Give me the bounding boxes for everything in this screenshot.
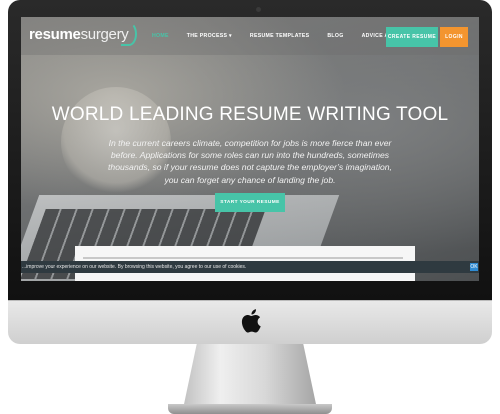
login-button[interactable]: LOGIN bbox=[440, 27, 468, 47]
website-screen: resume surgery HOME THE PROCESS ▾ RESUME… bbox=[21, 17, 479, 281]
menu-item-resume-templates[interactable]: RESUME TEMPLATES bbox=[241, 33, 318, 39]
site-logo[interactable]: resume surgery bbox=[29, 22, 137, 46]
cookie-banner: ...improve your experience on our websit… bbox=[21, 261, 479, 273]
start-resume-button[interactable]: START YOUR RESUME bbox=[215, 193, 285, 212]
menu-item-home[interactable]: HOME bbox=[143, 33, 178, 39]
hero-description: In the current careers climate, competit… bbox=[108, 138, 392, 185]
monitor-stand-base bbox=[168, 404, 332, 414]
top-navigation: resume surgery HOME THE PROCESS ▾ RESUME… bbox=[21, 17, 479, 55]
cookie-message: ...improve your experience on our websit… bbox=[22, 264, 247, 270]
cookie-accept-button[interactable]: OK bbox=[470, 263, 478, 271]
menu-item-the-process[interactable]: THE PROCESS ▾ bbox=[178, 33, 241, 39]
hero-title: WORLD LEADING RESUME WRITING TOOL bbox=[51, 104, 449, 125]
create-resume-button[interactable]: CREATE RESUME bbox=[386, 27, 438, 47]
logo-text-resume: resume bbox=[29, 26, 81, 43]
menu-item-blog[interactable]: BLOG bbox=[318, 33, 352, 39]
apple-icon bbox=[241, 309, 261, 333]
camera-icon bbox=[256, 7, 261, 12]
imac-mockup: resume surgery HOME THE PROCESS ▾ RESUME… bbox=[0, 0, 500, 414]
main-menu: HOME THE PROCESS ▾ RESUME TEMPLATES BLOG… bbox=[143, 17, 427, 55]
logo-arc-icon bbox=[121, 22, 137, 46]
content-preview-divider bbox=[83, 257, 403, 259]
